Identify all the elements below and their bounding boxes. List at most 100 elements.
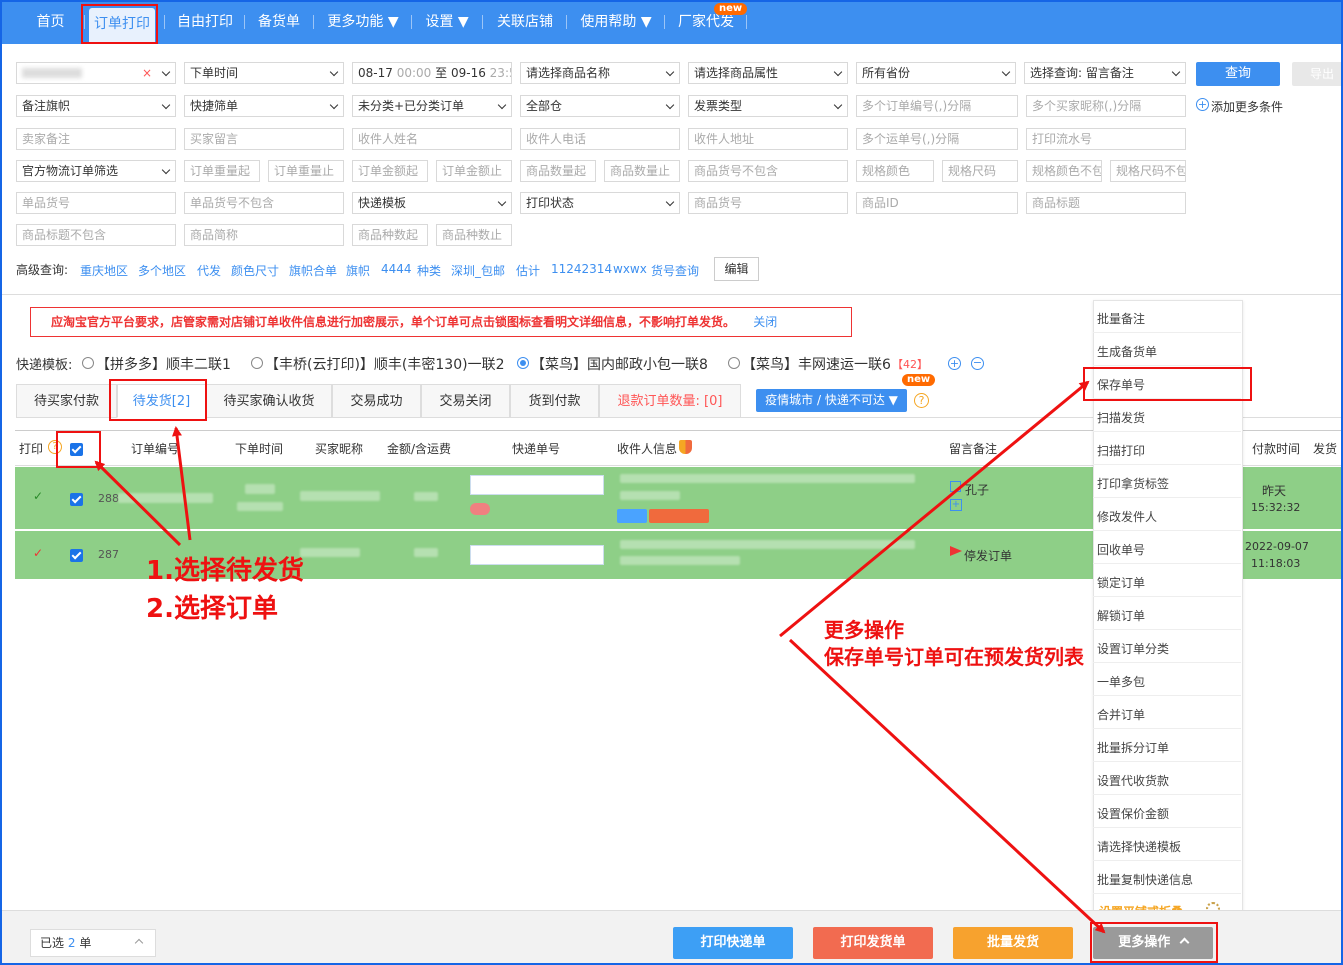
print-delivery-note-button[interactable]: 打印发货单 xyxy=(813,927,933,959)
warehouse-select[interactable]: 全部仓 xyxy=(520,95,680,117)
edit-button[interactable]: 编辑 xyxy=(714,257,759,281)
nav-home[interactable]: 首页 xyxy=(28,0,73,44)
kinds-to-input[interactable]: 商品种数止 xyxy=(436,224,512,246)
notice-close-link[interactable]: 关闭 xyxy=(753,315,777,329)
tab-refund-orders[interactable]: 退款订单数量: [0] xyxy=(599,384,741,418)
selected-count-dropdown[interactable]: 已选 2 单 xyxy=(30,929,156,957)
nav-linked-stores[interactable]: 关联店铺 xyxy=(492,0,558,44)
menu-batch-remark[interactable]: 批量备注 xyxy=(1097,310,1145,327)
order-time-select[interactable]: 下单时间 xyxy=(184,62,344,84)
buyer-message-input[interactable]: 买家留言 xyxy=(184,128,344,150)
template-option[interactable]: 【丰桥(云打印)】顺丰(丰密130)一联2 xyxy=(265,354,504,374)
adv-link[interactable]: 重庆地区 xyxy=(80,262,128,279)
spec-size-exclude-input[interactable]: 规格尺码不包 xyxy=(1110,160,1186,182)
product-name-select[interactable]: 请选择商品名称 xyxy=(520,62,680,84)
adv-link[interactable]: 货号查询 xyxy=(651,262,699,279)
help-icon[interactable]: ? xyxy=(914,393,929,408)
express-template-select[interactable]: 快递模板 xyxy=(352,192,512,214)
weight-to-input[interactable]: 订单重量止 xyxy=(268,160,344,182)
adv-link[interactable]: 11242314 xyxy=(551,262,612,276)
clear-icon[interactable]: × xyxy=(142,63,152,83)
menu-print-pickup-label[interactable]: 打印拿货标签 xyxy=(1097,475,1169,492)
menu-merge-order[interactable]: 合并订单 xyxy=(1097,706,1145,723)
shop-select[interactable]: × xyxy=(16,62,176,84)
menu-edit-sender[interactable]: 修改发件人 xyxy=(1097,508,1157,525)
adv-link[interactable]: 旗帜合单 xyxy=(289,262,337,279)
product-title-input[interactable]: 商品标题 xyxy=(1026,192,1186,214)
waybill-numbers-input[interactable]: 多个运单号(,)分隔 xyxy=(856,128,1018,150)
print-status-select[interactable]: 打印状态 xyxy=(520,192,680,214)
adv-link[interactable]: 4444 xyxy=(381,262,412,276)
spec-color-input[interactable]: 规格颜色 xyxy=(856,160,934,182)
sku-exclude-input[interactable]: 商品货号不包含 xyxy=(688,160,848,182)
add-more-conditions[interactable]: 添加更多条件 xyxy=(1211,98,1283,115)
adv-link[interactable]: 种类 xyxy=(417,262,441,279)
amount-to-input[interactable]: 订单金额止 xyxy=(436,160,512,182)
row-checkbox[interactable] xyxy=(70,493,83,506)
invoice-type-select[interactable]: 发票类型 xyxy=(688,95,848,117)
menu-lock-order[interactable]: 锁定订单 xyxy=(1097,574,1145,591)
add-template-icon[interactable]: + xyxy=(948,357,961,370)
tab-awaiting-payment[interactable]: 待买家付款 xyxy=(16,384,117,418)
receiver-address-input[interactable]: 收件人地址 xyxy=(688,128,848,150)
waybill-input[interactable] xyxy=(470,475,604,495)
template-option[interactable]: 【菜鸟】国内邮政小包一联8 xyxy=(531,354,708,374)
spec-color-exclude-input[interactable]: 规格颜色不包 xyxy=(1026,160,1102,182)
template-radio-selected[interactable] xyxy=(517,357,529,369)
menu-multi-package[interactable]: 一单多包 xyxy=(1097,673,1145,690)
adv-link[interactable]: 旗帜 xyxy=(346,262,370,279)
remark-edit-icon[interactable] xyxy=(950,481,961,492)
product-short-name-input[interactable]: 商品简称 xyxy=(184,224,344,246)
nav-help[interactable]: 使用帮助 ▼ xyxy=(576,0,656,44)
query-type-select[interactable]: 选择查询: 留言备注 xyxy=(1024,62,1186,84)
spec-size-input[interactable]: 规格尺码 xyxy=(942,160,1018,182)
adv-link[interactable]: 估计 xyxy=(516,262,540,279)
tab-cash-on-delivery[interactable]: 货到付款 xyxy=(510,384,599,418)
nav-free-print[interactable]: 自由打印 xyxy=(174,0,236,44)
product-attr-select[interactable]: 请选择商品属性 xyxy=(688,62,848,84)
remove-template-icon[interactable]: − xyxy=(971,357,984,370)
item-sku-exclude-input[interactable]: 单品货号不包含 xyxy=(184,192,344,214)
amount-from-input[interactable]: 订单金额起 xyxy=(352,160,428,182)
adv-link[interactable]: 颜色尺寸 xyxy=(231,262,279,279)
menu-insured-amount[interactable]: 设置保价金额 xyxy=(1097,805,1169,822)
lock-tag[interactable] xyxy=(617,509,647,523)
menu-cod[interactable]: 设置代收货款 xyxy=(1097,772,1169,789)
kinds-from-input[interactable]: 商品种数起 xyxy=(352,224,428,246)
add-remark-icon[interactable]: + xyxy=(950,499,962,511)
template-radio[interactable] xyxy=(728,357,740,369)
batch-ship-button[interactable]: 批量发货 xyxy=(953,927,1073,959)
buyer-nicks-input[interactable]: 多个买家昵称(,)分隔 xyxy=(1026,95,1186,117)
menu-generate-stock[interactable]: 生成备货单 xyxy=(1097,343,1157,360)
category-select[interactable]: 未分类+已分类订单 xyxy=(352,95,512,117)
menu-scan-print[interactable]: 扫描打印 xyxy=(1097,442,1145,459)
row-checkbox[interactable] xyxy=(70,549,83,562)
nav-more-features[interactable]: 更多功能 ▼ xyxy=(323,0,403,44)
adv-link[interactable]: 多个地区 xyxy=(138,262,186,279)
menu-copy-express-info[interactable]: 批量复制快递信息 xyxy=(1097,871,1193,888)
quantity-from-input[interactable]: 商品数量起 xyxy=(520,160,596,182)
quantity-to-input[interactable]: 商品数量止 xyxy=(604,160,680,182)
menu-recycle-waybill[interactable]: 回收单号 xyxy=(1097,541,1145,558)
template-option[interactable]: 【菜鸟】丰网速运一联6 xyxy=(742,354,891,374)
seller-remark-input[interactable]: 卖家备注 xyxy=(16,128,176,150)
export-button[interactable]: 导出 xyxy=(1292,62,1343,86)
waybill-input[interactable] xyxy=(470,545,604,565)
tab-trade-success[interactable]: 交易成功 xyxy=(332,384,421,418)
epidemic-city-dropdown[interactable]: 疫情城市 / 快递不可达 ▼ xyxy=(756,389,907,412)
nav-settings[interactable]: 设置 ▼ xyxy=(421,0,473,44)
adv-link[interactable]: wxwx xyxy=(613,262,647,276)
order-numbers-input[interactable]: 多个订单编号(,)分隔 xyxy=(856,95,1018,117)
quick-filter-select[interactable]: 快捷筛单 xyxy=(184,95,344,117)
menu-select-template[interactable]: 请选择快递模板 xyxy=(1097,838,1181,855)
weight-from-input[interactable]: 订单重量起 xyxy=(184,160,260,182)
province-select[interactable]: 所有省份 xyxy=(856,62,1016,84)
template-radio[interactable] xyxy=(82,357,94,369)
product-sku-input[interactable]: 商品货号 xyxy=(688,192,848,214)
menu-scan-ship[interactable]: 扫描发货 xyxy=(1097,409,1145,426)
template-radio[interactable] xyxy=(251,357,263,369)
tab-awaiting-receipt[interactable]: 待买家确认收货 xyxy=(206,384,332,418)
title-exclude-input[interactable]: 商品标题不包含 xyxy=(16,224,176,246)
tab-trade-closed[interactable]: 交易关闭 xyxy=(421,384,510,418)
product-id-input[interactable]: 商品ID xyxy=(856,192,1018,214)
